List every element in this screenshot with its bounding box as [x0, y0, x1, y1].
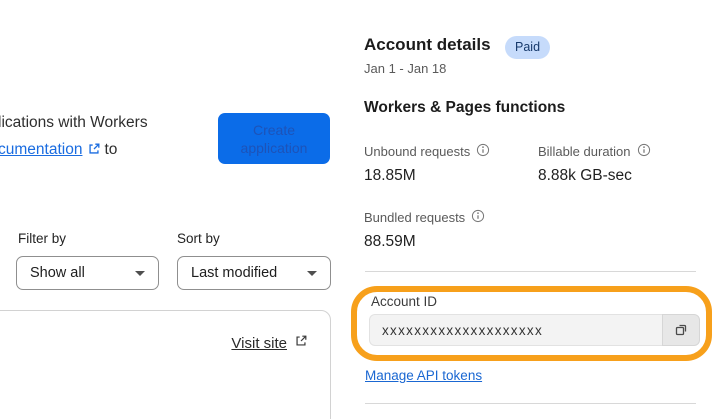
- stat-value: 18.85M: [364, 167, 416, 184]
- filter-dropdown-value: Show all: [30, 265, 85, 281]
- stat-billable-duration: Billable duration 8.88k GB-sec: [538, 143, 651, 185]
- info-icon[interactable]: [637, 143, 651, 160]
- create-button-line2: application: [240, 139, 308, 156]
- workers-pages-functions-title: Workers & Pages functions: [364, 99, 566, 116]
- manage-api-tokens: Manage API tokens: [365, 368, 482, 383]
- chevron-down-icon: [135, 270, 145, 276]
- copy-icon: [673, 321, 689, 340]
- stat-label: Billable duration: [538, 144, 631, 159]
- visit-site-link[interactable]: Visit site: [231, 335, 287, 352]
- stat-bundled-requests: Bundled requests 88.59M: [364, 209, 485, 251]
- date-range: Jan 1 - Jan 18: [364, 61, 447, 76]
- stat-label: Unbound requests: [364, 144, 471, 159]
- copy-button[interactable]: [662, 314, 700, 346]
- create-application-button[interactable]: Create application: [218, 113, 330, 164]
- sort-dropdown[interactable]: Last modified: [177, 256, 331, 290]
- stat-value: 8.88k GB-sec: [538, 167, 632, 184]
- intro-text: lications with Workers cumentation to: [0, 109, 148, 165]
- intro-after-link: to: [104, 141, 118, 158]
- sort-by-label: Sort by: [177, 231, 220, 246]
- documentation-link[interactable]: cumentation: [0, 141, 82, 158]
- project-card: Visit site: [0, 310, 331, 419]
- intro-line-1: lications with Workers: [0, 114, 148, 131]
- stat-unbound-requests: Unbound requests 18.85M: [364, 143, 490, 185]
- account-id-input[interactable]: [369, 314, 662, 346]
- external-link-icon: [294, 334, 308, 352]
- sort-dropdown-value: Last modified: [191, 265, 278, 281]
- external-link-icon: [87, 138, 101, 165]
- paid-status-badge: Paid: [505, 36, 551, 59]
- filter-by-label: Filter by: [18, 231, 67, 246]
- stat-label: Bundled requests: [364, 210, 466, 225]
- create-button-line1: Create: [252, 121, 296, 138]
- info-icon[interactable]: [471, 209, 485, 226]
- stat-value: 88.59M: [364, 233, 416, 250]
- filter-dropdown[interactable]: Show all: [16, 256, 159, 290]
- account-details-title: Account details: [364, 35, 491, 54]
- chevron-down-icon: [307, 270, 317, 276]
- workers-pages-dashboard: lications with Workers cumentation to Cre…: [0, 0, 718, 419]
- account-id-label: Account ID: [371, 294, 438, 309]
- account-id-field-group: [369, 314, 700, 346]
- divider: [365, 271, 696, 272]
- info-icon[interactable]: [476, 143, 490, 160]
- divider: [365, 403, 696, 404]
- manage-api-tokens-link[interactable]: Manage API tokens: [365, 368, 482, 383]
